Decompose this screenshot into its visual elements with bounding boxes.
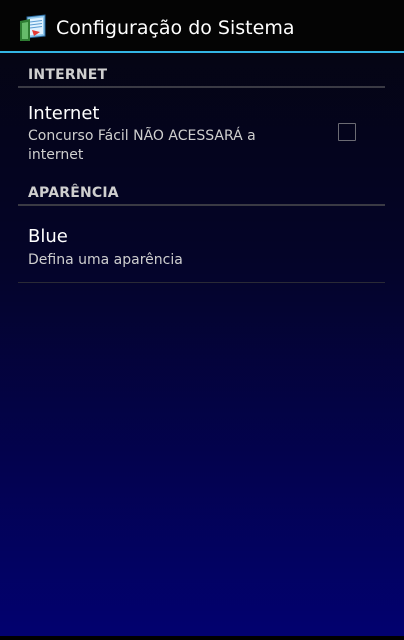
- action-bar: Configuração do Sistema: [0, 0, 404, 53]
- pref-appearance[interactable]: Blue Defina uma aparência: [18, 220, 385, 282]
- pref-internet-summary-line2: internet: [28, 147, 84, 163]
- pref-appearance-title: Blue: [28, 226, 68, 247]
- pref-internet[interactable]: Internet Concurso Fácil NÃO ACESSARÁ a i…: [18, 96, 385, 172]
- book-app-icon[interactable]: [18, 14, 48, 42]
- category-appearance: APARÊNCIA: [18, 184, 385, 206]
- category-appearance-label: APARÊNCIA: [28, 185, 119, 201]
- app-title: Configuração do Sistema: [56, 17, 295, 39]
- list-divider: [18, 282, 385, 283]
- category-internet-label: INTERNET: [28, 67, 108, 83]
- settings-screen: Configuração do Sistema INTERNET Interne…: [0, 0, 404, 640]
- internet-checkbox[interactable]: [338, 123, 356, 141]
- category-internet: INTERNET: [18, 66, 385, 88]
- bottom-strip: [0, 636, 404, 640]
- pref-internet-title: Internet: [28, 103, 100, 124]
- pref-appearance-summary: Defina uma aparência: [28, 252, 183, 268]
- pref-internet-summary-line1: Concurso Fácil NÃO ACESSARÁ a: [28, 128, 256, 144]
